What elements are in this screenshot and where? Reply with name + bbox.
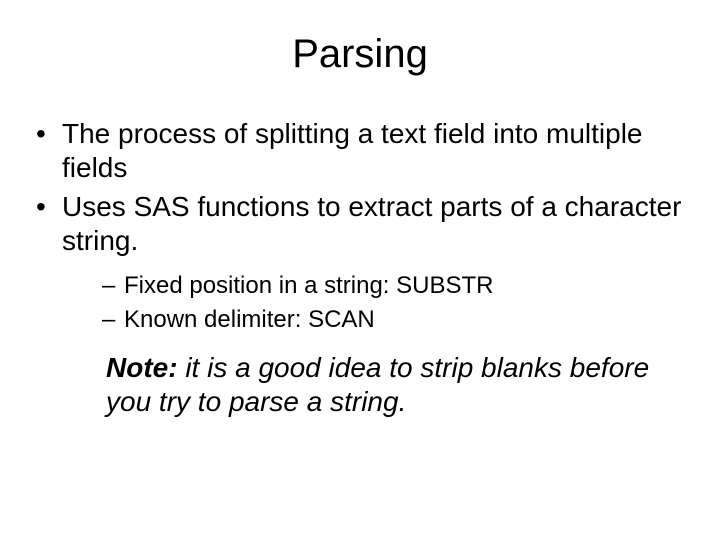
note-text: it is a good idea to strip blanks before… [106,352,649,417]
note-paragraph: Note: it is a good idea to strip blanks … [62,351,684,418]
sub-bullet-item: Fixed position in a string: SUBSTR [102,271,684,301]
slide: Parsing The process of splitting a text … [0,0,720,540]
bullet-item: Uses SAS functions to extract parts of a… [36,190,684,418]
bullet-item: The process of splitting a text field in… [36,117,684,184]
sub-bullet-list: Fixed position in a string: SUBSTR Known… [62,271,684,335]
sub-bullet-item: Known delimiter: SCAN [102,305,684,335]
bullet-text: Uses SAS functions to extract parts of a… [62,191,681,256]
bullet-list: The process of splitting a text field in… [36,117,684,419]
note-label: Note: [106,352,178,383]
slide-title: Parsing [36,32,684,77]
